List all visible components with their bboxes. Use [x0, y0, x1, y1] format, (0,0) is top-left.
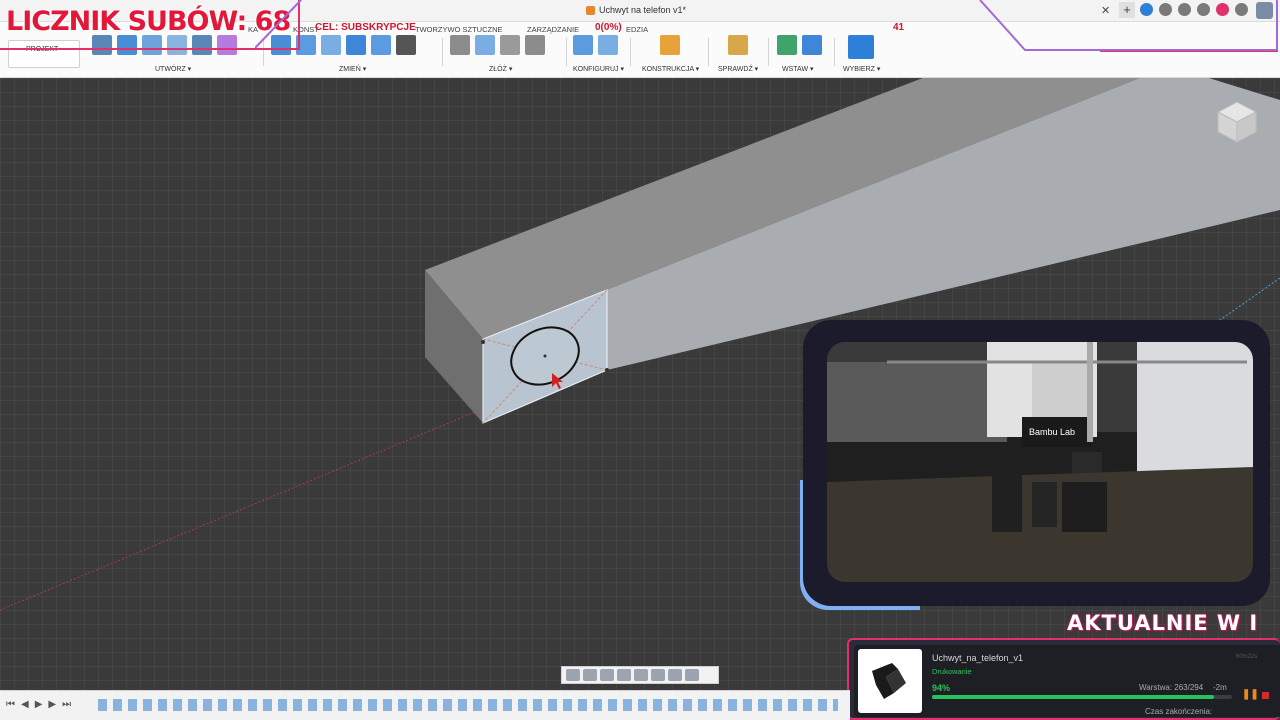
configure-table-icon[interactable] — [598, 35, 618, 55]
pan-icon[interactable] — [600, 669, 614, 681]
print-remaining: -2m — [1213, 683, 1227, 692]
play-icon[interactable]: ▶ — [35, 699, 43, 710]
select-tools — [848, 35, 874, 69]
next-frame-icon[interactable]: ▶ — [48, 699, 56, 710]
offset-plane-icon[interactable] — [660, 35, 680, 55]
configure-tools — [573, 35, 618, 69]
webcam-frame: Bambu Lab — [803, 320, 1270, 606]
sub-counter: LICZNIK SUBÓW: 68 — [6, 6, 291, 37]
print-progress-fill — [932, 695, 1214, 699]
previous-frame-icon[interactable]: ◀ — [21, 699, 29, 710]
print-percent: 94% — [932, 683, 951, 693]
group-configure-label[interactable]: KONFIGURUJ ▾ — [573, 65, 624, 73]
shell-icon[interactable] — [321, 35, 341, 55]
insert-derive-icon[interactable] — [777, 35, 797, 55]
as-built-joint-icon[interactable] — [500, 35, 520, 55]
now-printing-label: AKTUALNIE W I — [1067, 611, 1259, 635]
timeline: ⏮ ◀ ▶ ▶ ⏭ — [0, 690, 850, 720]
view-cube[interactable] — [1216, 100, 1258, 144]
print-file-name: Uchwyt_na_telefon_v1 — [932, 653, 1024, 663]
tab-narzedzia[interactable]: EDZIA — [626, 25, 648, 34]
construct-tools — [660, 35, 680, 69]
assemble-tools — [450, 35, 545, 69]
zoom-icon[interactable] — [617, 669, 631, 681]
move-icon[interactable] — [396, 35, 416, 55]
print-elapsed: 60m22s — [1236, 654, 1258, 660]
bambu-logo-text: Bambu Lab — [1029, 427, 1075, 437]
print-job-inner: Uchwyt_na_telefon_v1 Drukowanie 60m22s 9… — [854, 645, 1280, 717]
joint-icon[interactable] — [475, 35, 495, 55]
split-icon[interactable] — [371, 35, 391, 55]
print-job-card: Uchwyt_na_telefon_v1 Drukowanie 60m22s 9… — [847, 638, 1280, 720]
webcam-panel: Bambu Lab — [800, 320, 1270, 610]
group-insert-label[interactable]: WSTAW ▾ — [782, 65, 814, 73]
look-at-icon[interactable] — [583, 669, 597, 681]
viewports-icon[interactable] — [685, 669, 699, 681]
configure-icon[interactable] — [573, 35, 593, 55]
print-thumbnail — [858, 649, 922, 713]
group-assemble-label[interactable]: ZŁÓŻ ▾ — [489, 65, 512, 73]
goal-progress: 0(0%) — [595, 22, 622, 33]
x-axis-line — [0, 409, 481, 611]
display-settings-icon[interactable] — [651, 669, 665, 681]
webcam-feed: Bambu Lab — [827, 342, 1253, 582]
group-select-label[interactable]: WYBIERZ ▾ — [843, 65, 880, 73]
tab-zarzadzanie[interactable]: ZARZĄDZANIE — [527, 25, 579, 34]
measure-icon[interactable] — [728, 35, 748, 55]
group-construct-label[interactable]: KONSTRUKCJA ▾ — [642, 65, 699, 73]
joint-origin-icon[interactable] — [525, 35, 545, 55]
print-end-time: Czas zakończenia: — [1145, 707, 1213, 716]
insert-image-icon[interactable] — [802, 35, 822, 55]
navigation-toolbar — [561, 666, 719, 684]
tab-tworzywo-sztuczne[interactable]: TWORZYWO SZTUCZNE — [415, 25, 503, 34]
stop-icon[interactable] — [1262, 692, 1269, 699]
document-icon — [586, 5, 595, 15]
pause-icon[interactable]: ❚❚ — [1242, 689, 1259, 700]
document-tab[interactable]: Uchwyt na telefon v1* — [586, 5, 686, 15]
printer-camera-image: Bambu Lab — [827, 342, 1253, 582]
print-progress-bar — [932, 695, 1232, 699]
print-status: Drukowanie — [932, 667, 972, 676]
goal-label: CEL: SUBSKRYPCJE — [315, 22, 416, 33]
overlay-bracket-left — [255, 0, 302, 49]
combine-icon[interactable] — [346, 35, 366, 55]
group-modify-label[interactable]: ZMIEŃ ▾ — [339, 65, 366, 73]
group-create-label[interactable]: UTWÓRZ ▾ — [155, 65, 191, 73]
goal-number: 41 — [893, 22, 905, 33]
model-thumbnail-icon — [872, 663, 906, 699]
document-title: Uchwyt na telefon v1* — [599, 5, 687, 15]
insert-tools — [777, 35, 822, 69]
timeline-features[interactable] — [98, 699, 838, 711]
group-inspect-label[interactable]: SPRAWDŹ ▾ — [718, 65, 758, 73]
timeline-controls: ⏮ ◀ ▶ ▶ ⏭ — [6, 699, 71, 710]
select-icon[interactable] — [848, 35, 874, 59]
inspect-tools — [728, 35, 748, 69]
first-frame-icon[interactable]: ⏮ — [6, 699, 15, 710]
grid-settings-icon[interactable] — [668, 669, 682, 681]
new-component-icon[interactable] — [450, 35, 470, 55]
print-layer: Warstwa: 263/294 — [1139, 683, 1204, 692]
last-frame-icon[interactable]: ⏭ — [62, 699, 71, 710]
overlay-bracket — [979, 0, 1278, 51]
orbit-icon[interactable] — [566, 669, 580, 681]
fit-icon[interactable] — [634, 669, 648, 681]
